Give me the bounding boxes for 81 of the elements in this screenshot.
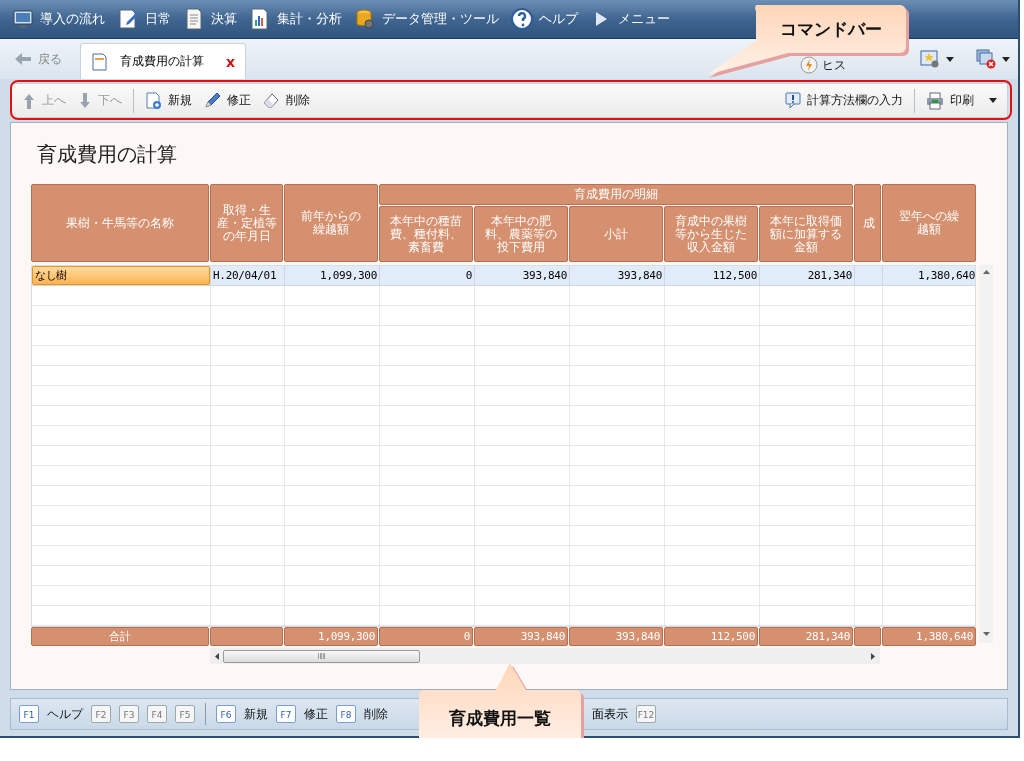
column-header: 小計	[569, 206, 663, 262]
comment-icon	[785, 92, 801, 109]
tab-label: 育成費用の計算	[120, 53, 204, 70]
table-cell: 1,099,300	[285, 266, 379, 285]
total-cell: 0	[379, 627, 473, 646]
toolbar-button[interactable]: 印刷	[921, 87, 979, 114]
document-icon	[183, 8, 205, 30]
table-cell: 393,840	[475, 266, 569, 285]
toolbar-button[interactable]: 計算方法欄の入力	[780, 87, 908, 114]
function-key[interactable]: F1 ヘルプ	[19, 705, 83, 723]
total-cell: 1,380,640	[882, 627, 976, 646]
total-cell: 112,500	[664, 627, 758, 646]
scroll-up-icon	[981, 269, 991, 275]
pencil-icon	[204, 92, 221, 109]
column-header: 本年中の肥料、農薬等の投下費用	[474, 206, 568, 262]
dropdown-arrow-icon	[1002, 56, 1010, 62]
table-cell: 281,340	[760, 266, 854, 285]
toolbar-button[interactable]: 修正	[199, 87, 256, 114]
document-pen-icon	[117, 8, 139, 30]
column-header: 翌年への繰越額	[882, 184, 976, 262]
document-icon	[91, 52, 108, 71]
column-header: 本年中の種苗費、種付料、素畜費	[379, 206, 473, 262]
total-cell: 281,340	[759, 627, 853, 646]
function-key[interactable]: F7 修正	[276, 705, 328, 723]
star-gear-icon	[920, 49, 940, 69]
close-button[interactable]: x	[226, 53, 236, 70]
back-arrow-icon	[14, 52, 32, 66]
dropdown-arrow-icon	[946, 56, 954, 62]
function-key[interactable]: F6 新規	[216, 705, 268, 723]
menu-item[interactable]: データ管理・ツール	[350, 4, 503, 34]
column-header: 取得・生産・定植等の年月日	[210, 184, 283, 262]
dropdown-arrow-icon	[989, 98, 997, 103]
down-arrow-icon	[78, 92, 92, 109]
page-title: 育成費用の計算	[37, 141, 178, 168]
table-cell: 1,380,640	[883, 266, 975, 285]
table-cell: H.20/04/01	[211, 266, 284, 285]
menu-item[interactable]: 導入の流れ	[8, 4, 109, 34]
windows-close-icon	[976, 49, 996, 69]
menu-item[interactable]: 日常	[113, 4, 175, 34]
history-button[interactable]: ヒス	[794, 55, 852, 75]
menu-item[interactable]: メニュー	[586, 4, 674, 34]
column-header: 育成中の果樹等から生じた収入金額	[664, 206, 758, 262]
database-gear-icon	[354, 8, 376, 30]
scroll-down-icon	[981, 631, 991, 637]
function-key[interactable]: F8 削除	[336, 705, 388, 723]
total-cell: 1,099,300	[284, 627, 378, 646]
total-cell: 合計	[31, 627, 209, 646]
eraser-icon	[263, 92, 280, 109]
table-cell: なし樹	[32, 266, 210, 285]
tab[interactable]: 育成費用の計算 x	[80, 43, 247, 79]
scroll-right-icon	[870, 651, 876, 661]
lightning-icon	[800, 56, 818, 74]
grip-icon	[318, 652, 325, 660]
callout-text: コマンドバー	[780, 17, 882, 41]
menu-item[interactable]: ヘルプ	[507, 4, 582, 34]
table-cell: 0	[380, 266, 474, 285]
menu-item[interactable]: 決算	[179, 4, 241, 34]
toolbar-button[interactable]: 削除	[258, 87, 315, 114]
column-group-header: 育成費用の明細	[379, 184, 853, 205]
callout-text: 育成費用一覧	[449, 706, 551, 730]
chart-document-icon	[249, 8, 271, 30]
total-cell: 393,840	[474, 627, 568, 646]
total-cell	[854, 627, 881, 646]
column-header: 本年に取得価額に加算する金額	[759, 206, 853, 262]
scroll-left-icon	[214, 651, 220, 661]
new-document-icon	[145, 92, 162, 109]
computer-icon	[12, 8, 34, 30]
table-cell: 112,500	[665, 266, 759, 285]
column-header: 前年からの繰越額	[284, 184, 378, 262]
function-key-label: 面表示	[592, 705, 628, 723]
table-cell: 393,840	[570, 266, 664, 285]
horizontal-scrollbar[interactable]	[210, 648, 880, 664]
column-header: 果樹・牛馬等の名称	[31, 184, 209, 262]
printer-icon	[926, 91, 944, 110]
menu-item[interactable]: 集計・分析	[245, 4, 346, 34]
total-cell: 393,840	[569, 627, 663, 646]
table-row[interactable]: なし樹 H.20/04/01 1,099,300 0 393,840 393,840 112,500 281,340 1,380,640	[32, 266, 975, 286]
help-icon	[511, 8, 533, 30]
column-header: 成	[854, 184, 881, 262]
toolbar-button[interactable]: 新規	[140, 87, 197, 114]
up-arrow-icon	[22, 92, 36, 109]
